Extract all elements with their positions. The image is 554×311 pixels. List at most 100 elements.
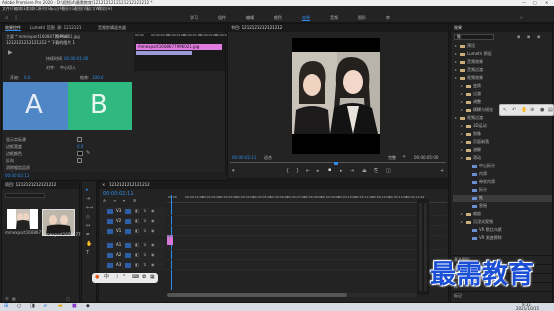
pointer-icon[interactable]: ↖ bbox=[503, 108, 507, 113]
slip-tool-icon[interactable]: ↔ bbox=[86, 224, 90, 229]
effects-tree-item[interactable]: ▸ 视频过渡 bbox=[453, 115, 552, 122]
expand-arrow-icon[interactable]: ▸ bbox=[461, 140, 463, 144]
zoom-icon[interactable]: ⊕ bbox=[530, 108, 534, 113]
razor-tool-icon[interactable]: ◇ bbox=[86, 215, 90, 220]
expand-arrow-icon[interactable]: ▸ bbox=[461, 220, 463, 224]
alignment-value[interactable]: 中心切入 bbox=[60, 66, 76, 70]
effects-tree-item[interactable]: ▸ 滑动 bbox=[453, 155, 552, 162]
timeline-close-icon[interactable]: × bbox=[102, 183, 105, 187]
track-label[interactable]: V3 bbox=[116, 209, 121, 213]
effects-tree-item[interactable]: ▸ 预设 bbox=[453, 43, 552, 50]
effects-tree-item[interactable]: ▸ 溶解 bbox=[453, 147, 552, 154]
timeline-transition[interactable] bbox=[167, 235, 173, 237]
track-label[interactable]: V2 bbox=[116, 219, 121, 223]
source-patch-toggle[interactable] bbox=[107, 253, 113, 258]
effects-tree-item[interactable]: 内滑 bbox=[453, 171, 552, 178]
effects-tree-item[interactable]: ▸ 页面剥落 bbox=[453, 139, 552, 146]
effects-tree-item[interactable]: ▸ 变换 bbox=[453, 83, 552, 90]
track-target-toggle[interactable] bbox=[125, 229, 131, 234]
go-to-out-icon[interactable]: ⇥ bbox=[350, 169, 354, 174]
timeline-scrollbar[interactable] bbox=[167, 293, 417, 297]
border-width-value[interactable]: 0.0 bbox=[77, 145, 83, 149]
expand-arrow-icon[interactable]: ▸ bbox=[461, 148, 463, 152]
marker-icon[interactable]: ▾ bbox=[232, 169, 235, 174]
effects-tree-item[interactable]: ▸ 3D运动 bbox=[453, 123, 552, 130]
extract-icon[interactable]: ⎘ bbox=[374, 169, 378, 174]
eye-icon[interactable]: ◉ bbox=[151, 229, 155, 233]
expand-arrow-icon[interactable]: ▸ bbox=[461, 84, 463, 88]
search-icon[interactable]: ⌕ bbox=[520, 16, 523, 21]
close-icon[interactable]: ✕ bbox=[545, 1, 548, 5]
expand-arrow-icon[interactable]: ▸ bbox=[455, 52, 457, 56]
expand-arrow-icon[interactable]: ▸ bbox=[455, 68, 457, 72]
record-icon[interactable]: ● bbox=[540, 108, 544, 113]
ime-punct-icon[interactable]: ° bbox=[123, 275, 126, 280]
effects-tree-item[interactable]: ▸ 缩放 bbox=[453, 211, 552, 218]
timeline-clip-v1[interactable] bbox=[167, 237, 173, 245]
effects-tree-item[interactable]: 推 bbox=[453, 195, 552, 202]
import-icon[interactable]: ⇩ bbox=[14, 16, 18, 21]
icon-view-icon[interactable]: ▦ bbox=[12, 297, 16, 301]
new-item-icon[interactable]: ▢ bbox=[66, 297, 70, 301]
minimize-icon[interactable]: — bbox=[522, 1, 526, 5]
tab-audio-clip-mixer[interactable]: 音频剪辑混合器 bbox=[98, 26, 126, 30]
expand-arrow-icon[interactable]: ▸ bbox=[455, 116, 457, 120]
type-tool-icon[interactable]: T bbox=[86, 251, 89, 256]
lock-icon[interactable]: ◧ bbox=[135, 209, 139, 213]
expand-arrow-icon[interactable]: ▸ bbox=[461, 156, 463, 160]
tab-lumetri-scopes[interactable]: Lumetri 范围 bbox=[30, 26, 55, 30]
track-label[interactable]: V1 bbox=[116, 229, 121, 233]
add-button-icon[interactable]: + bbox=[440, 169, 444, 174]
snap-icon[interactable]: ⋔ bbox=[103, 199, 106, 203]
linked-selection-icon[interactable]: ∞ bbox=[113, 199, 116, 203]
reverse-checkbox[interactable] bbox=[77, 158, 82, 163]
lock-icon[interactable]: ◧ bbox=[135, 229, 139, 233]
expand-arrow-icon[interactable]: ▸ bbox=[461, 92, 463, 96]
32bit-effects-icon[interactable]: ◼ bbox=[527, 35, 530, 39]
menu-item-8[interactable]: 帮助(H) bbox=[98, 7, 112, 11]
list-view-icon[interactable]: ☰ bbox=[5, 297, 9, 301]
expand-arrow-icon[interactable]: ▸ bbox=[461, 108, 463, 112]
go-to-in-icon[interactable]: ⇤ bbox=[306, 169, 310, 174]
maximize-icon[interactable]: □ bbox=[533, 1, 537, 5]
expand-arrow-icon[interactable]: ▸ bbox=[461, 212, 463, 216]
track-label[interactable]: A2 bbox=[116, 253, 121, 257]
timeline-ruler[interactable]: 00:00 00:00:01:00 00:00:02:00 00:00:03:00 00… bbox=[167, 195, 447, 203]
lock-icon[interactable]: ◧ bbox=[135, 219, 139, 223]
solo-icon[interactable]: ◉ bbox=[151, 243, 155, 247]
workspace-tab-0[interactable]: 学习 bbox=[190, 16, 198, 20]
expand-arrow-icon[interactable]: ▸ bbox=[461, 100, 463, 104]
quality-dropdown[interactable]: 完整 bbox=[388, 156, 396, 160]
export-frame-icon[interactable]: ◫ bbox=[386, 169, 391, 174]
project-tab[interactable]: 项目: 1212121212121212 bbox=[5, 183, 56, 187]
explorer-icon[interactable]: ▬ bbox=[58, 304, 63, 309]
lock-icon[interactable]: ◧ bbox=[135, 263, 139, 267]
tab-effect-controls[interactable]: 效果控件 bbox=[5, 26, 21, 30]
sync-icon[interactable]: ⇅ bbox=[143, 209, 146, 213]
track-label[interactable]: A1 bbox=[116, 243, 121, 247]
settings-wrench-icon[interactable]: ✦ bbox=[402, 155, 406, 160]
lock-icon[interactable]: ◧ bbox=[135, 253, 139, 257]
workspace-tab-3[interactable]: 颜色 bbox=[274, 16, 282, 20]
preview-play-icon[interactable]: ▶ bbox=[8, 50, 13, 56]
eye-icon[interactable]: ◉ bbox=[151, 209, 155, 213]
effects-tree-item[interactable]: 带状内滑 bbox=[453, 179, 552, 186]
edge-icon[interactable]: ℯ bbox=[44, 304, 47, 309]
selection-tool-icon[interactable]: ▸ bbox=[86, 188, 89, 193]
ripple-edit-tool-icon[interactable]: ⟷ bbox=[86, 206, 93, 211]
source-patch-toggle[interactable] bbox=[107, 219, 113, 224]
effects-tree-item[interactable]: ▸ 音频效果 bbox=[453, 59, 552, 66]
fit-dropdown[interactable]: 适合 bbox=[264, 156, 272, 160]
program-tab[interactable]: 节目: 1212121212121212 bbox=[231, 26, 282, 30]
duration-value[interactable]: 00:00:01:00 bbox=[64, 57, 88, 61]
yuv-effects-icon[interactable]: ◼ bbox=[537, 35, 540, 39]
track-select-tool-icon[interactable]: ⇥ bbox=[86, 197, 90, 202]
expand-arrow-icon[interactable]: ▸ bbox=[461, 132, 463, 136]
pen-tool-icon[interactable]: ✒ bbox=[86, 233, 90, 238]
mute-icon[interactable]: ⇅ bbox=[143, 253, 146, 257]
mark-in-icon[interactable]: { bbox=[286, 169, 289, 174]
premiere-taskbar-icon[interactable]: ■ bbox=[72, 304, 77, 309]
effects-tree-item[interactable]: 拆分 bbox=[453, 187, 552, 194]
ime-moon-icon[interactable]: ☽ bbox=[114, 275, 118, 280]
hand-tool-icon[interactable]: ✋ bbox=[86, 242, 92, 247]
